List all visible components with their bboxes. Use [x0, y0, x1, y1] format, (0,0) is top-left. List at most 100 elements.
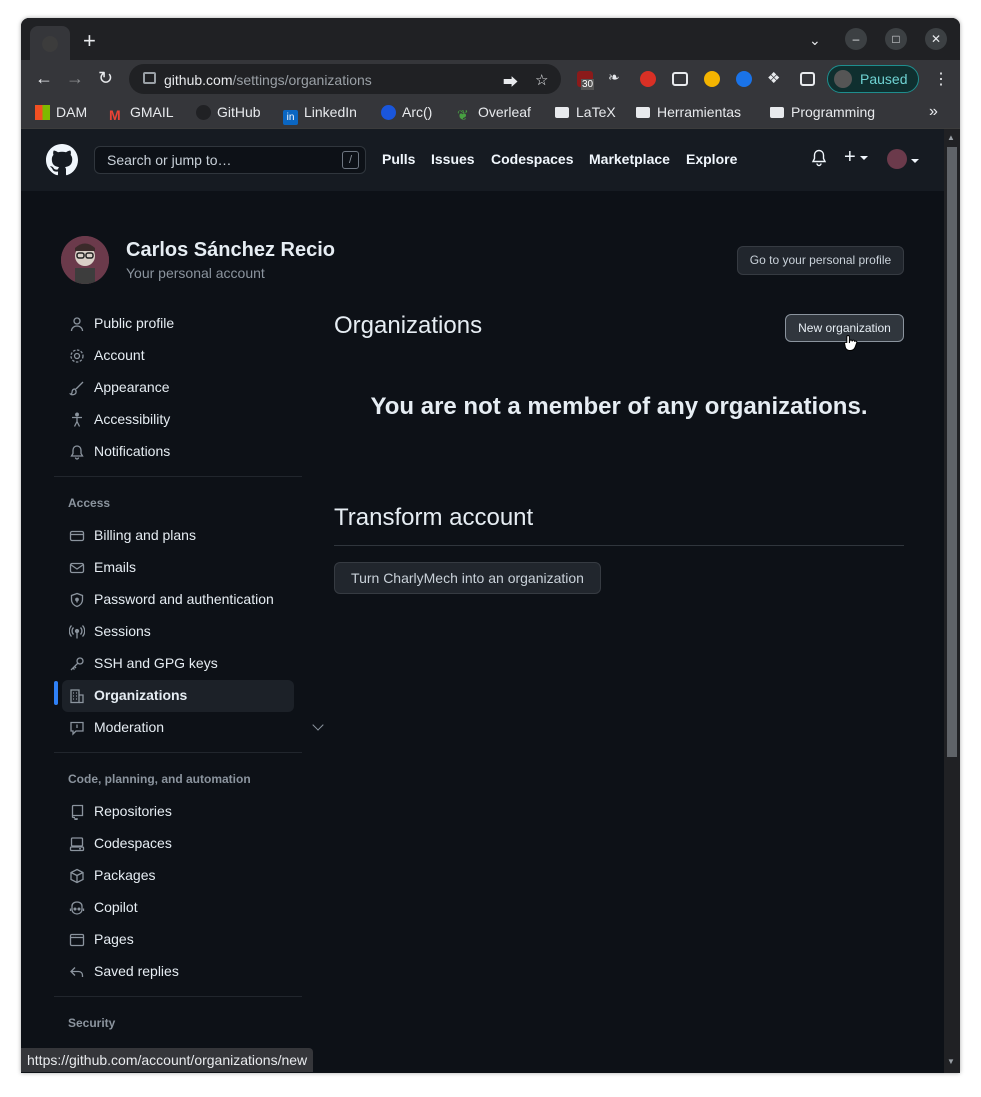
scrollbar-thumb[interactable]: [947, 147, 957, 757]
shield-lock-icon: [70, 592, 84, 608]
sidebar-item-label: SSH and GPG keys: [94, 655, 218, 671]
address-url[interactable]: github.com/settings/organizations: [164, 72, 372, 88]
sidebar-item-emails[interactable]: Emails: [62, 552, 294, 584]
github-page: Search or jump to… / Pulls Issues Codesp…: [21, 129, 944, 1073]
back-icon[interactable]: ←: [35, 68, 53, 88]
browser-toolbar: ← → ↻ github.com/settings/organizations …: [21, 60, 960, 98]
stop-extension-icon[interactable]: [640, 71, 656, 87]
bookmark-programming[interactable]: Programming: [770, 104, 875, 120]
sidebar-item-password-and-authentication[interactable]: Password and authentication: [62, 584, 294, 616]
sidebar-item-label: Account: [94, 347, 145, 363]
sidebar-item-appearance[interactable]: Appearance: [62, 372, 294, 404]
profile-avatar-illustration: [61, 236, 109, 284]
side-panel-icon[interactable]: [800, 72, 815, 86]
sidebar-item-notifications[interactable]: Notifications: [62, 436, 294, 468]
bookmarks-bar: DAM M GMAIL GitHub in LinkedIn Arc() ❦ Over…: [21, 98, 960, 129]
package-icon: [70, 868, 84, 884]
sidebar-item-label: Notifications: [94, 443, 171, 459]
sidebar-item-packages[interactable]: Packages: [62, 860, 294, 892]
copilot-icon: [69, 901, 85, 915]
tab-search-icon[interactable]: ⌄: [809, 32, 821, 49]
sidebar-item-label: Sessions: [94, 623, 151, 639]
sidebar-item-accessibility[interactable]: Accessibility: [62, 404, 294, 436]
sidebar-item-ssh-and-gpg-keys[interactable]: SSH and GPG keys: [62, 648, 294, 680]
scroll-up-icon[interactable]: ▲: [947, 133, 955, 142]
address-bar[interactable]: github.com/settings/organizations ⮕ ☆: [129, 64, 561, 94]
sidebar-divider: [54, 476, 302, 477]
bookmark-star-icon[interactable]: ☆: [535, 71, 548, 89]
bookmark-arc[interactable]: Arc(): [381, 104, 432, 120]
more-bookmarks-icon[interactable]: »: [929, 103, 938, 121]
bookmark-dam[interactable]: DAM: [35, 104, 87, 120]
avatar-caret-icon[interactable]: [911, 159, 919, 163]
sidebar-item-label: Organizations: [94, 687, 188, 703]
accessibility-icon: [72, 412, 82, 427]
translate-extension-icon[interactable]: [736, 71, 752, 87]
minimize-icon[interactable]: –: [845, 28, 867, 50]
sidebar-item-organizations[interactable]: Organizations: [62, 680, 294, 712]
chrome-menu-icon[interactable]: ⋮: [933, 69, 949, 89]
profile-subtitle: Your personal account: [126, 265, 265, 281]
search-input[interactable]: Search or jump to… /: [94, 146, 366, 174]
sidebar-item-sessions[interactable]: Sessions: [62, 616, 294, 648]
page-scrollbar[interactable]: ▲ ▼: [944, 129, 960, 1073]
nav-marketplace[interactable]: Marketplace: [589, 151, 670, 167]
nav-codespaces[interactable]: Codespaces: [491, 151, 573, 167]
sidebar-item-pages[interactable]: Pages: [62, 924, 294, 956]
ublock-extension-icon[interactable]: 30: [577, 71, 595, 90]
profile-status-label: Paused: [860, 71, 908, 87]
sidebar-item-saved-replies[interactable]: Saved replies: [62, 956, 294, 988]
bookmark-gmail[interactable]: M GMAIL: [109, 104, 174, 123]
go-to-profile-button[interactable]: Go to your personal profile: [737, 246, 904, 275]
picture-in-picture-icon[interactable]: [672, 72, 688, 86]
close-icon[interactable]: ✕: [925, 28, 947, 50]
create-new-icon[interactable]: +: [844, 147, 868, 167]
hand-cursor-icon: [844, 334, 858, 351]
nav-explore[interactable]: Explore: [686, 151, 737, 167]
bell-icon: [70, 445, 84, 460]
share-icon[interactable]: ⮕: [503, 71, 518, 92]
sidebar-item-label: Password and authentication: [94, 591, 274, 607]
new-tab-icon[interactable]: +: [83, 30, 96, 52]
scroll-down-icon[interactable]: ▼: [947, 1057, 955, 1066]
extensions-puzzle-icon[interactable]: ❖: [767, 69, 783, 87]
bookmark-linkedin[interactable]: in LinkedIn: [283, 104, 357, 125]
chevron-down-icon[interactable]: [312, 719, 324, 731]
overleaf-icon: ❦: [457, 107, 469, 123]
bookmark-overleaf[interactable]: ❦ Overleaf: [457, 104, 531, 123]
user-avatar-menu[interactable]: [887, 149, 907, 169]
bookmark-github[interactable]: GitHub: [196, 104, 261, 120]
transform-account-button[interactable]: Turn CharlyMech into an organization: [334, 562, 601, 594]
sidebar-item-repositories[interactable]: Repositories: [62, 796, 294, 828]
sidebar-item-account[interactable]: Account: [62, 340, 294, 372]
github-logo-icon[interactable]: [46, 144, 78, 176]
github-icon: [196, 105, 211, 120]
reload-icon[interactable]: ↻: [98, 68, 113, 88]
sidebar-item-public-profile[interactable]: Public profile: [62, 308, 294, 340]
lock-icon[interactable]: [143, 72, 156, 84]
sidebar-item-billing-and-plans[interactable]: Billing and plans: [62, 520, 294, 552]
github-header: Search or jump to… / Pulls Issues Codesp…: [21, 129, 944, 191]
forward-icon[interactable]: →: [66, 68, 84, 88]
bookmark-latex[interactable]: LaTeX: [555, 104, 616, 120]
organization-icon: [70, 689, 84, 704]
color-picker-extension-icon[interactable]: [704, 71, 720, 87]
gnome-extension-icon[interactable]: ❧: [608, 69, 624, 85]
sidebar-item-codespaces[interactable]: Codespaces: [62, 828, 294, 860]
linkedin-icon: in: [283, 110, 298, 125]
sidebar-item-copilot[interactable]: Copilot: [62, 892, 294, 924]
nav-pulls[interactable]: Pulls: [382, 151, 415, 167]
sidebar-item-label: Copilot: [94, 899, 138, 915]
extension-badge: 30: [581, 79, 595, 90]
browser-tab[interactable]: [30, 26, 70, 60]
mail-icon: [69, 562, 85, 574]
sidebar-item-moderation[interactable]: Moderation: [62, 712, 324, 744]
profile-paused-button[interactable]: Paused: [827, 65, 919, 93]
person-icon: [70, 317, 84, 332]
bookmark-herramientas[interactable]: Herramientas: [636, 104, 741, 120]
profile-avatar[interactable]: [61, 236, 109, 284]
nav-issues[interactable]: Issues: [431, 151, 475, 167]
notification-bell-icon[interactable]: [811, 149, 827, 167]
maximize-icon[interactable]: □: [885, 28, 907, 50]
paintbrush-icon: [69, 381, 84, 396]
